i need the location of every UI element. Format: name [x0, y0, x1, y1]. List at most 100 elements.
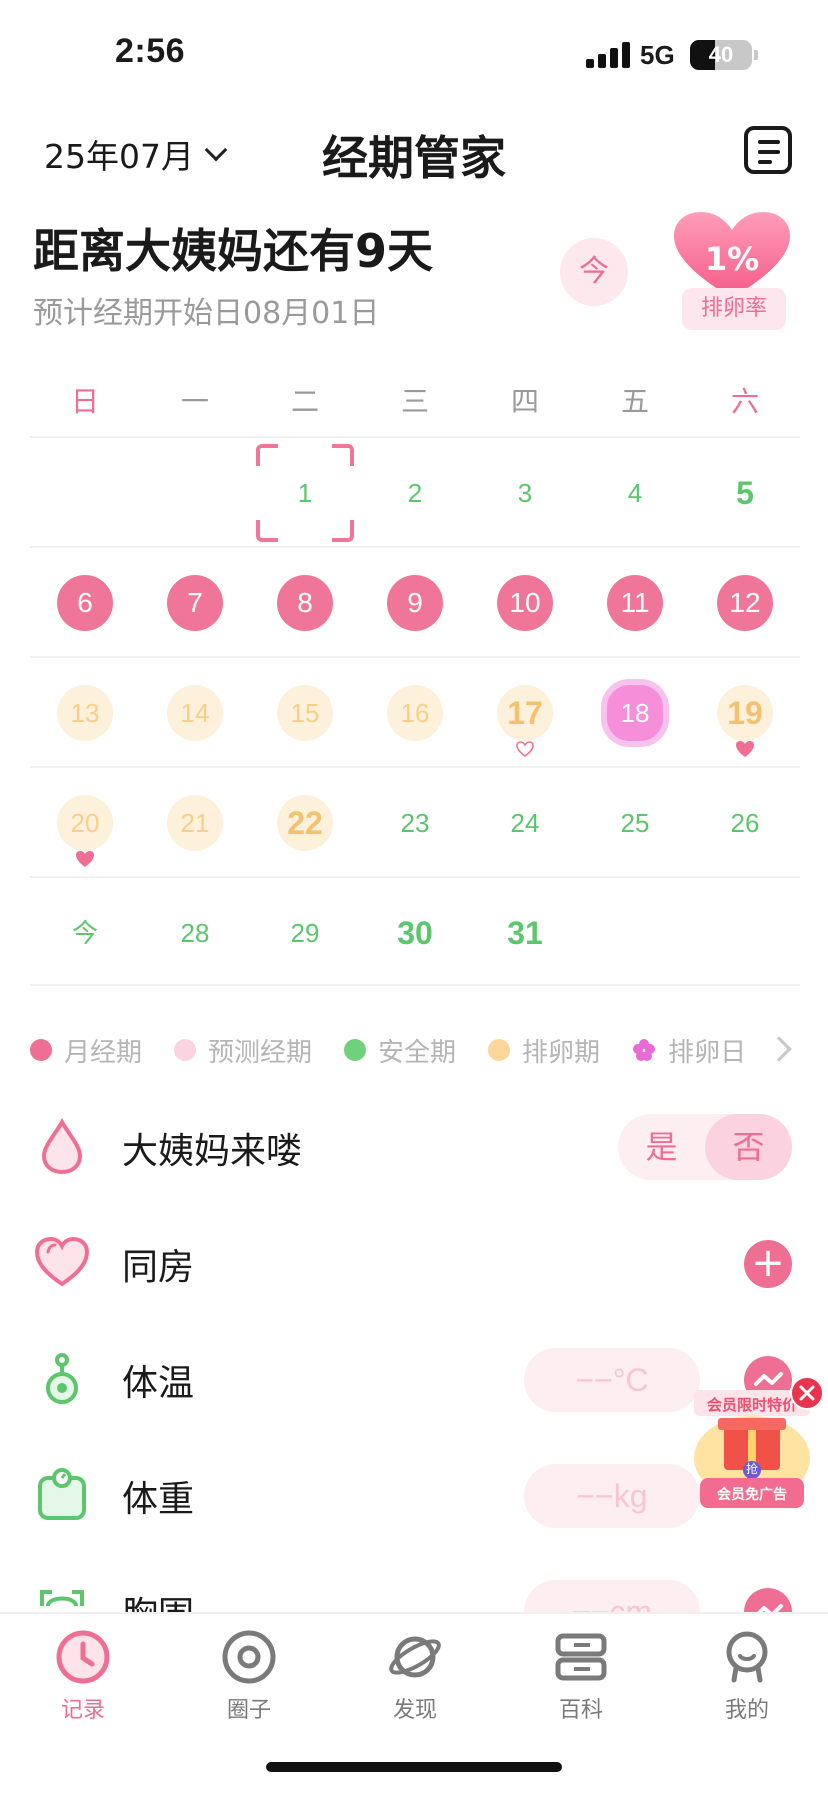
calendar-day-number: 2	[407, 478, 423, 508]
ovulation-rate-label: 排卵率	[682, 288, 786, 330]
battery-icon: 40	[690, 40, 752, 70]
calendar-week-row: 6 7 8 9 10 11 12	[30, 546, 800, 656]
tab-discover[interactable]: 发现	[332, 1628, 498, 1724]
legend-ovulation-day: 排卵日	[632, 1032, 746, 1069]
calendar-week-row: 20 21 22 23 24 25 26	[30, 766, 800, 876]
calendar-day[interactable]: 16	[360, 658, 470, 768]
weekday-wed: 三	[400, 385, 429, 418]
add-intimacy-button[interactable]: +	[744, 1240, 792, 1288]
tab-profile[interactable]: 我的	[664, 1628, 828, 1724]
calendar-day[interactable]: 4	[580, 438, 690, 548]
ovulation-rate-value: 1%	[704, 240, 760, 278]
period-toggle[interactable]: 是 否	[618, 1114, 792, 1180]
calendar-day[interactable]: 25	[580, 768, 690, 878]
record-bust: 胸围 −−cm	[0, 1560, 828, 1612]
period-yes-option[interactable]: 是	[618, 1114, 705, 1180]
temperature-input[interactable]: −−°C	[524, 1348, 700, 1412]
calendar-day-number: 12	[717, 575, 773, 631]
record-period: 大姨妈来喽 是 否	[0, 1096, 828, 1196]
calendar-day-number: 5	[736, 475, 754, 511]
calendar-legend: 月经期 预测经期 安全期 排卵期 排卵日	[30, 1032, 800, 1068]
heart-filled-icon	[75, 850, 95, 868]
record-weight-label: 体重	[122, 1479, 195, 1520]
calendar-day[interactable]: 11	[580, 548, 690, 658]
bust-input[interactable]: −−cm	[524, 1580, 700, 1612]
calendar-day[interactable]: 19	[690, 658, 800, 768]
calendar-day[interactable]: 15	[250, 658, 360, 768]
calendar-day[interactable]: 7	[140, 548, 250, 658]
weekday-sat: 六	[730, 385, 759, 418]
calendar-day[interactable]: 30	[360, 878, 470, 988]
calendar-day-number: 13	[57, 685, 113, 741]
weekday-fri: 五	[620, 385, 649, 418]
calendar-day[interactable]: 21	[140, 768, 250, 878]
calendar-day[interactable]: 20	[30, 768, 140, 878]
calendar-day-number: 14	[167, 685, 223, 741]
status-bar: 2:56 5G 40	[0, 0, 828, 110]
calendar-day-number: 今	[71, 918, 98, 948]
record-bust-label: 胸围	[122, 1586, 194, 1612]
calendar-day-number: 26	[730, 808, 760, 838]
battery-tip	[754, 50, 758, 60]
promo-button: 会员免广告	[717, 1487, 787, 1503]
tab-discover-label: 发现	[392, 1698, 437, 1723]
calendar-day[interactable]: 3	[470, 438, 580, 548]
calendar-day[interactable]: 今	[30, 878, 140, 988]
heart-filled-icon	[735, 740, 755, 758]
calendar-day[interactable]: 1	[250, 438, 360, 548]
calendar-day-number: 6	[57, 575, 113, 631]
calendar-day-number: 24	[510, 808, 540, 838]
calendar-day-number: 11	[607, 575, 663, 631]
tab-encyclopedia[interactable]: 百科	[498, 1628, 664, 1724]
calendar-day[interactable]: 18	[580, 658, 690, 768]
calendar-day[interactable]: 12	[690, 548, 800, 658]
period-no-option[interactable]: 否	[705, 1114, 792, 1180]
calendar-day[interactable]: 14	[140, 658, 250, 768]
calendar-day[interactable]: 23	[360, 768, 470, 878]
weekday-tue: 二	[290, 385, 319, 418]
calendar-day[interactable]: 22	[250, 768, 360, 878]
calendar-day[interactable]: 28	[140, 878, 250, 988]
calendar-grid: 1 2 3 4 5 6 7 8 9 10 11 12 13 14 15 16 17 18 19 20 21 22 23 24 2…	[30, 436, 800, 986]
drop-icon	[41, 1118, 83, 1174]
circle-icon	[222, 1630, 276, 1684]
tab-encyclopedia-label: 百科	[558, 1698, 603, 1723]
calendar-day[interactable]: 5	[690, 438, 800, 548]
promo-badge: 抢	[745, 1462, 758, 1476]
weight-input[interactable]: −−kg	[524, 1464, 700, 1528]
thermometer-icon	[46, 1353, 78, 1404]
calendar-day-number: 31	[507, 915, 543, 951]
record-intimacy: 同房 +	[0, 1212, 828, 1312]
menu-list-icon[interactable]	[744, 126, 792, 174]
close-promo-icon[interactable]	[790, 1376, 824, 1410]
calendar-day-number: 25	[620, 808, 650, 838]
calendar-day[interactable]: 2	[360, 438, 470, 548]
network-label: 5G	[640, 40, 675, 70]
calendar-empty-cell	[140, 438, 250, 548]
calendar-week-row: 13 14 15 16 17 18 19	[30, 656, 800, 766]
clock-icon	[56, 1630, 110, 1684]
calendar-day[interactable]: 9	[360, 548, 470, 658]
calendar-day[interactable]: 17	[470, 658, 580, 768]
weekday-mon: 一	[180, 385, 209, 418]
heart-outline-icon	[515, 740, 535, 758]
calendar-day-number: 10	[497, 575, 553, 631]
tab-circle[interactable]: 圈子	[166, 1628, 332, 1724]
calendar-day-number: 23	[400, 808, 430, 838]
bust-trend-button[interactable]	[744, 1588, 792, 1612]
calendar-week-row: 今 28 29 30 31	[30, 876, 800, 986]
calendar-day[interactable]: 8	[250, 548, 360, 658]
calendar-day[interactable]: 29	[250, 878, 360, 988]
planet-icon	[389, 1636, 441, 1678]
calendar-day[interactable]: 13	[30, 658, 140, 768]
calendar-day[interactable]: 24	[470, 768, 580, 878]
calendar-day[interactable]: 26	[690, 768, 800, 878]
tab-record[interactable]: 记录	[0, 1628, 166, 1724]
calendar-day[interactable]: 6	[30, 548, 140, 658]
calendar-day[interactable]: 31	[470, 878, 580, 988]
calendar-week-row: 1 2 3 4 5	[30, 436, 800, 546]
weekday-thu: 四	[510, 385, 539, 418]
today-button[interactable]: 今	[560, 238, 628, 306]
calendar-day[interactable]: 10	[470, 548, 580, 658]
chevron-right-icon[interactable]	[766, 1036, 792, 1062]
